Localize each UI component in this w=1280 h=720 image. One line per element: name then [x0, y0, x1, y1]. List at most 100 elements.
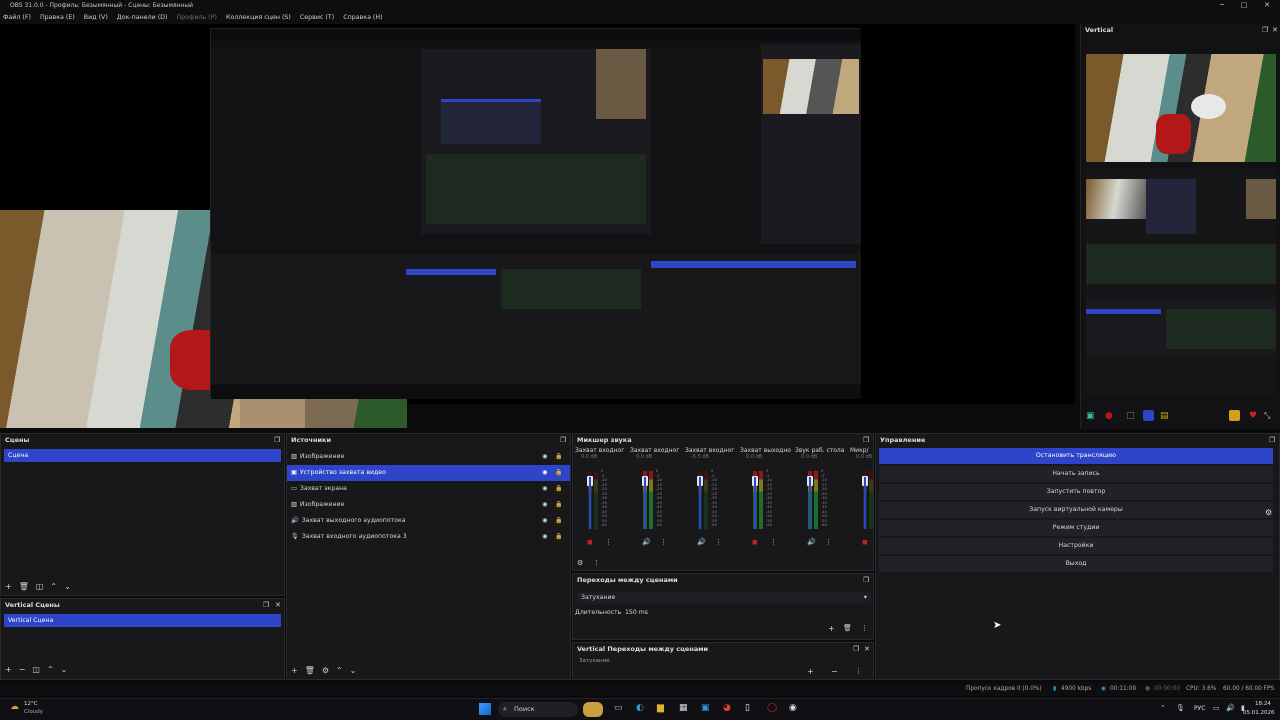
float-icon[interactable]: ❐	[274, 436, 280, 444]
menu-item[interactable]: Профиль (P)	[177, 11, 218, 24]
lock-icon[interactable]: 🔒	[555, 497, 562, 513]
control-button[interactable]: Начать запись	[879, 466, 1273, 482]
move-down-icon[interactable]: ⌄	[350, 666, 357, 675]
visibility-eye-icon[interactable]: ◉	[542, 465, 547, 481]
opera-icon[interactable]: ◯	[767, 703, 777, 713]
explorer-icon[interactable]: ▆	[657, 703, 664, 713]
source-item[interactable]: ▣ Устройство захвата видео ◉ 🔒	[287, 465, 570, 481]
close-icon[interactable]: ✕	[864, 645, 870, 653]
visibility-eye-icon[interactable]: ◉	[542, 449, 547, 465]
add-icon[interactable]: +	[291, 666, 298, 675]
clock-time[interactable]: 18:24	[1255, 701, 1271, 707]
widget-icon[interactable]	[583, 702, 603, 717]
float-icon[interactable]: ❐	[863, 576, 869, 584]
task-view-icon[interactable]: ▭	[614, 703, 623, 713]
filter-icon[interactable]: ◫	[36, 582, 44, 591]
muted-speaker-icon[interactable]: ◼	[752, 538, 758, 546]
add-icon[interactable]: +	[5, 582, 12, 591]
fader-track[interactable]	[864, 477, 866, 529]
fader-track[interactable]	[754, 477, 756, 529]
add-icon[interactable]: +	[828, 624, 835, 633]
close-icon[interactable]: ✕	[1272, 26, 1278, 34]
channel-menu-icon[interactable]: ⋮	[715, 538, 722, 546]
obs-icon[interactable]: ◉	[789, 703, 797, 713]
source-item[interactable]: ▨ Изображение ◉ 🔒	[287, 449, 570, 465]
tray-expand-icon[interactable]: ⌃	[1160, 704, 1166, 712]
language-indicator[interactable]: РУС	[1194, 705, 1205, 712]
settings-icon[interactable]: ⚙	[322, 666, 329, 675]
folder-icon[interactable]: ▤	[1160, 411, 1169, 421]
app-icon[interactable]: ▣	[701, 703, 710, 713]
heart-icon[interactable]: ♥	[1249, 411, 1257, 421]
scene-item[interactable]: Сцена	[4, 449, 281, 462]
close-icon[interactable]: ✕	[275, 601, 281, 609]
menu-item[interactable]: Правка (E)	[40, 11, 75, 24]
speaker-icon[interactable]: 🔊	[642, 538, 651, 546]
control-button[interactable]: Режим студии	[879, 520, 1273, 536]
virtual-camera-settings-icon[interactable]: ⚙	[1265, 508, 1272, 517]
lock-icon[interactable]: 🔒	[555, 513, 562, 529]
menu-item[interactable]: Вид (V)	[84, 11, 108, 24]
lock-icon[interactable]: 🔒	[555, 481, 562, 497]
gear-icon[interactable]	[1229, 410, 1240, 421]
float-icon[interactable]: ❐	[1262, 26, 1268, 34]
menu-item[interactable]: Док-панели (D)	[117, 11, 168, 24]
edge-icon[interactable]: ◐	[636, 703, 644, 713]
menu-item[interactable]: Файл (F)	[3, 11, 31, 24]
channel-menu-icon[interactable]: ⋮	[660, 538, 667, 546]
menu-icon[interactable]: ⋮	[861, 624, 868, 632]
document-icon[interactable]: ▯	[745, 703, 750, 713]
windows-start-icon[interactable]	[479, 703, 491, 715]
source-item[interactable]: ▨ Изображение ◉ 🔒	[287, 497, 570, 513]
add-icon[interactable]: +	[5, 665, 12, 674]
float-icon[interactable]: ❐	[853, 645, 859, 653]
source-item[interactable]: ▭ Захват экрана ◉ 🔒	[287, 481, 570, 497]
remove-icon[interactable]: −	[19, 665, 26, 674]
channel-menu-icon[interactable]: ⋮	[825, 538, 832, 546]
mic-tray-icon[interactable]: 🎙	[1176, 704, 1185, 712]
float-icon[interactable]: ❐	[560, 436, 566, 444]
control-button[interactable]: Настройки	[879, 538, 1273, 554]
menu-item[interactable]: Справка (H)	[343, 11, 382, 24]
studio-icon[interactable]: ▣	[1086, 411, 1095, 421]
lock-icon[interactable]: 🔒	[555, 449, 562, 465]
mixer-settings-icon[interactable]: ⚙	[577, 559, 583, 567]
muted-speaker-icon[interactable]: ◼	[862, 538, 868, 546]
chrome-icon[interactable]: ◕	[723, 703, 731, 713]
search-box[interactable]: ⌕ Поиск	[498, 702, 578, 717]
vertical-scene-item[interactable]: Vertical Сцена	[4, 614, 281, 627]
move-up-icon[interactable]: ⌃	[50, 582, 57, 591]
source-item[interactable]: 🔊 Захват выходного аудиопотока ◉ 🔒	[287, 513, 570, 529]
menu-item[interactable]: Сервис (T)	[300, 11, 334, 24]
minimize-button[interactable]: ─	[1211, 0, 1233, 11]
clock-date[interactable]: 05.01.2026	[1243, 710, 1275, 716]
delete-icon[interactable]: 🗑	[305, 666, 315, 675]
muted-speaker-icon[interactable]: ◼	[587, 538, 593, 546]
delete-icon[interactable]: 🗑	[843, 624, 852, 632]
channel-menu-icon[interactable]: ⋮	[770, 538, 777, 546]
move-down-icon[interactable]: ⌄	[64, 582, 71, 591]
settings-icon[interactable]	[1143, 410, 1154, 421]
visibility-eye-icon[interactable]: ◉	[542, 497, 547, 513]
preview-canvas[interactable]	[0, 24, 1075, 428]
vertical-transition-type[interactable]: Затухание	[579, 658, 610, 663]
visibility-eye-icon[interactable]: ◉	[542, 481, 547, 497]
fader-track[interactable]	[699, 477, 701, 529]
move-up-icon[interactable]: ⌃	[336, 666, 343, 675]
float-icon[interactable]: ❐	[863, 436, 869, 444]
network-tray-icon[interactable]: ▭	[1213, 704, 1220, 712]
transition-select[interactable]: Затухание ▾	[577, 592, 871, 604]
more-icon[interactable]: ⤡	[1264, 411, 1270, 421]
float-icon[interactable]: ❐	[263, 601, 269, 609]
visibility-eye-icon[interactable]: ◉	[542, 513, 547, 529]
fader-track[interactable]	[809, 477, 811, 529]
speaker-icon[interactable]: 🔊	[807, 538, 816, 546]
visibility-eye-icon[interactable]: ◉	[542, 529, 547, 545]
delete-icon[interactable]: 🗑	[19, 582, 29, 591]
move-down-icon[interactable]: ⌄	[61, 665, 68, 674]
menu-item[interactable]: Коллекция сцен (S)	[226, 11, 291, 24]
control-button[interactable]: Запуск виртуальной камеры	[879, 502, 1273, 518]
menu-icon[interactable]: ⋮	[855, 667, 862, 675]
control-button[interactable]: Остановить трансляцию	[879, 448, 1273, 464]
volume-tray-icon[interactable]: 🔊	[1226, 704, 1235, 712]
